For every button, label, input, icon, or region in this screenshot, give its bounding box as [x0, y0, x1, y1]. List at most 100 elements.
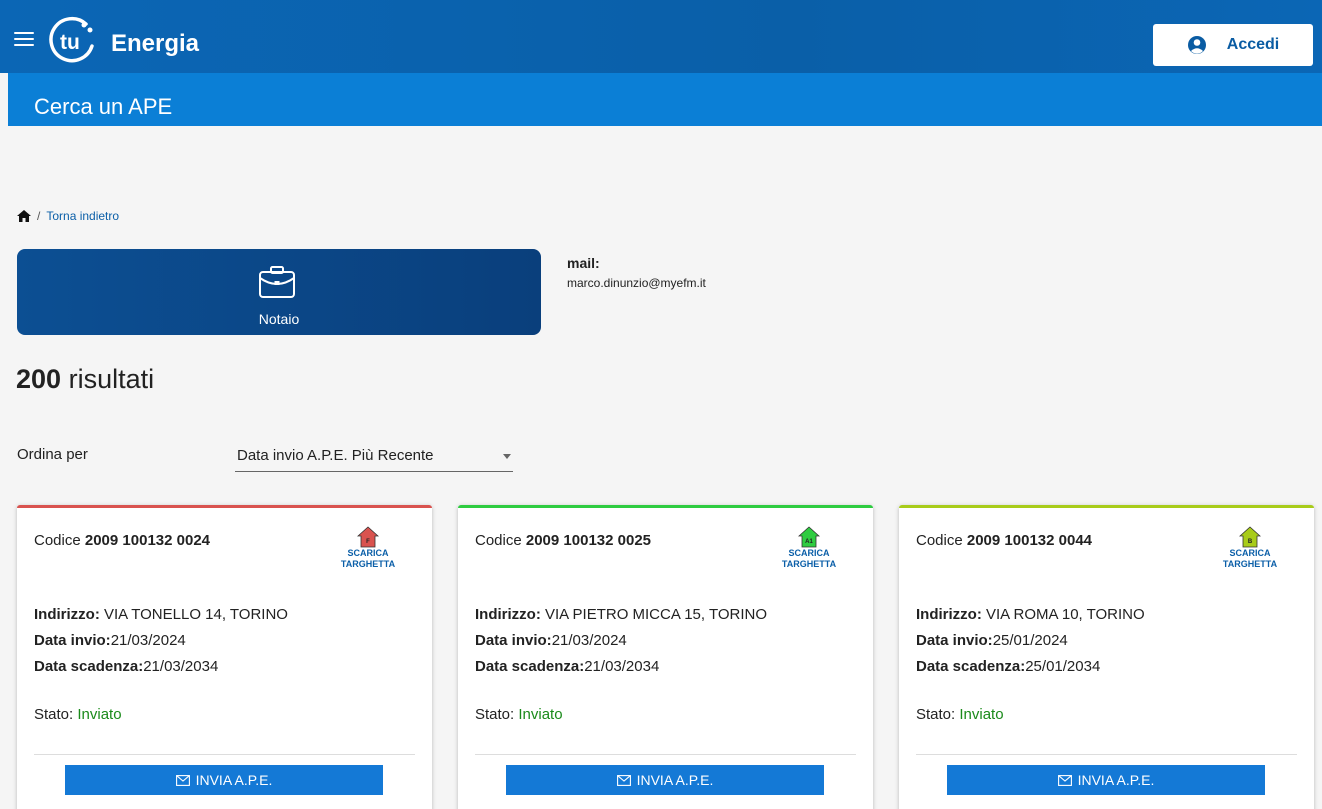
send-ape-label: INVIA A.P.E.	[636, 772, 714, 788]
status-row: Stato: Inviato	[475, 706, 563, 723]
svg-text:A1: A1	[805, 539, 813, 545]
svg-text:F: F	[366, 539, 370, 545]
sent-date-value: 21/03/2024	[110, 632, 186, 649]
role-card[interactable]: Notaio	[17, 249, 541, 335]
expiry-date-label: Data scadenza:	[34, 658, 144, 675]
download-label-button[interactable]: A1 SCARICA TARGHETTA	[779, 526, 839, 570]
expiry-date-value: 21/03/2034	[143, 658, 219, 675]
home-icon[interactable]	[17, 210, 31, 222]
mail-label: mail:	[567, 255, 600, 271]
download-label-line2: TARGHETTA	[781, 559, 837, 569]
caret-down-icon	[503, 454, 511, 459]
status-badge: Inviato	[518, 706, 563, 723]
code-value: 2009 100132 0024	[84, 532, 211, 549]
card-code: Codice 2009 100132 0044	[916, 532, 1092, 549]
breadcrumb-separator: /	[37, 209, 41, 223]
status-badge: Inviato	[959, 706, 1004, 723]
card-code: Codice 2009 100132 0024	[34, 532, 210, 549]
svg-text:tu: tu	[60, 31, 80, 54]
code-value: 2009 100132 0025	[525, 532, 652, 549]
send-ape-button[interactable]: INVIA A.P.E.	[947, 765, 1265, 795]
page-header: Cerca un APE	[8, 73, 1322, 126]
top-bar: tu Energia Accedi	[0, 0, 1322, 73]
address-row: Indirizzo: VIA ROMA 10, TORINO	[916, 602, 1145, 628]
sent-date-label: Data invio:	[475, 632, 552, 649]
page-title: Cerca un APE	[34, 94, 173, 119]
card-info: Indirizzo: VIA TONELLO 14, TORINO Data i…	[34, 602, 288, 680]
expiry-date-row: Data scadenza:21/03/2034	[34, 654, 288, 680]
download-label-line2: TARGHETTA	[340, 559, 396, 569]
card-code: Codice 2009 100132 0025	[475, 532, 651, 549]
card-info: Indirizzo: VIA ROMA 10, TORINO Data invi…	[916, 602, 1145, 680]
expiry-date-label: Data scadenza:	[916, 658, 1026, 675]
code-value: 2009 100132 0044	[966, 532, 1093, 549]
address-label: Indirizzo:	[34, 606, 100, 623]
role-label: Notaio	[258, 311, 300, 327]
expiry-date-row: Data scadenza:25/01/2034	[916, 654, 1145, 680]
sent-date-row: Data invio:25/01/2024	[916, 628, 1145, 654]
ape-card: Codice 2009 100132 0025 A1 SCARICA TARGH…	[458, 505, 873, 809]
address-label: Indirizzo:	[475, 606, 541, 623]
sent-date-row: Data invio:21/03/2024	[34, 628, 288, 654]
envelope-icon	[175, 774, 190, 786]
send-ape-button[interactable]: INVIA A.P.E.	[65, 765, 383, 795]
sent-date-row: Data invio:21/03/2024	[475, 628, 767, 654]
breadcrumb: / Torna indietro	[17, 209, 119, 223]
address-value: VIA ROMA 10, TORINO	[986, 606, 1145, 623]
address-label: Indirizzo:	[916, 606, 982, 623]
login-label: Accedi	[1226, 36, 1280, 53]
expiry-date-label: Data scadenza:	[475, 658, 585, 675]
energy-class-house-icon: F	[357, 526, 379, 548]
download-label-line2: TARGHETTA	[1222, 559, 1278, 569]
download-label-line1: SCARICA	[347, 548, 389, 558]
hamburger-menu-icon[interactable]	[14, 32, 34, 48]
brand-name: Energia	[111, 30, 200, 57]
download-label-line1: SCARICA	[1229, 548, 1271, 558]
download-label-button[interactable]: F SCARICA TARGHETTA	[338, 526, 398, 570]
energy-class-house-icon: A1	[798, 526, 820, 548]
ape-card: Codice 2009 100132 0044 B SCARICA TARGHE…	[899, 505, 1314, 809]
status-label: Stato:	[475, 706, 515, 723]
back-link[interactable]: Torna indietro	[46, 209, 119, 223]
code-prefix: Codice	[475, 532, 522, 549]
card-divider	[475, 754, 856, 755]
envelope-icon	[1057, 774, 1072, 786]
card-divider	[916, 754, 1297, 755]
download-label-button[interactable]: B SCARICA TARGHETTA	[1220, 526, 1280, 570]
download-label-line1: SCARICA	[788, 548, 830, 558]
envelope-icon	[616, 774, 631, 786]
results-label: risultati	[68, 364, 155, 394]
send-ape-label: INVIA A.P.E.	[1077, 772, 1155, 788]
card-info: Indirizzo: VIA PIETRO MICCA 15, TORINO D…	[475, 602, 767, 680]
briefcase-icon	[259, 266, 295, 298]
mail-value: marco.dinunzio@myefm.it	[567, 276, 706, 290]
address-value: VIA TONELLO 14, TORINO	[104, 606, 288, 623]
address-row: Indirizzo: VIA PIETRO MICCA 15, TORINO	[475, 602, 767, 628]
sent-date-label: Data invio:	[34, 632, 111, 649]
ape-card: Codice 2009 100132 0024 F SCARICA TARGHE…	[17, 505, 432, 809]
address-row: Indirizzo: VIA TONELLO 14, TORINO	[34, 602, 288, 628]
status-row: Stato: Inviato	[34, 706, 122, 723]
expiry-date-value: 25/01/2034	[1025, 658, 1101, 675]
results-number: 200	[16, 364, 62, 394]
sent-date-value: 25/01/2024	[992, 632, 1068, 649]
code-prefix: Codice	[916, 532, 963, 549]
sort-select[interactable]: Data invio A.P.E. Più Recente	[235, 440, 513, 472]
status-row: Stato: Inviato	[916, 706, 1004, 723]
expiry-date-row: Data scadenza:21/03/2034	[475, 654, 767, 680]
card-divider	[34, 754, 415, 755]
sort-label: Ordina per	[17, 446, 88, 463]
status-badge: Inviato	[77, 706, 122, 723]
status-label: Stato:	[34, 706, 74, 723]
sent-date-value: 21/03/2024	[551, 632, 627, 649]
status-label: Stato:	[916, 706, 956, 723]
tu-logo[interactable]: tu	[48, 16, 98, 66]
expiry-date-value: 21/03/2034	[584, 658, 660, 675]
code-prefix: Codice	[34, 532, 81, 549]
address-value: VIA PIETRO MICCA 15, TORINO	[545, 606, 768, 623]
sent-date-label: Data invio:	[916, 632, 993, 649]
user-circle-icon	[1187, 36, 1206, 54]
send-ape-button[interactable]: INVIA A.P.E.	[506, 765, 824, 795]
login-button[interactable]: Accedi	[1153, 24, 1313, 66]
svg-text:B: B	[1248, 539, 1253, 545]
